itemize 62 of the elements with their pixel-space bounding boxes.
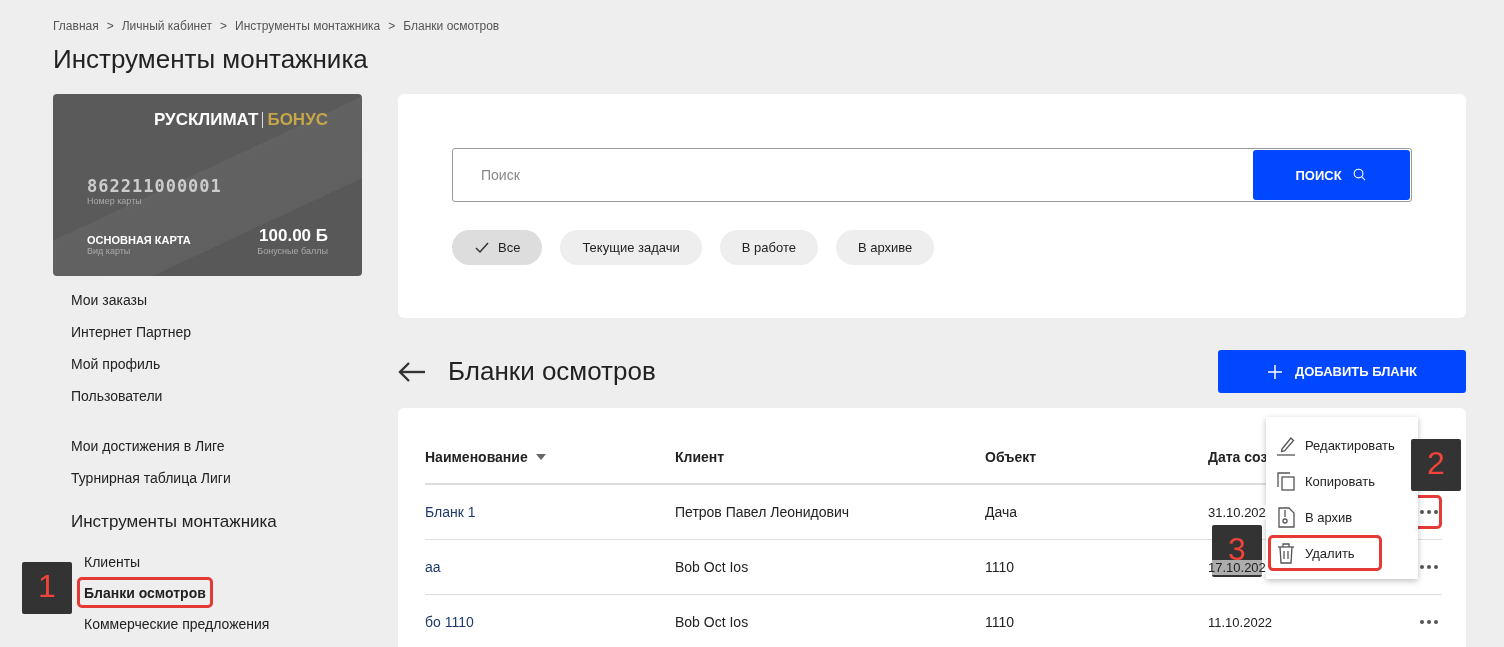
dots-icon	[1420, 620, 1438, 624]
table-cell: Дача	[985, 504, 1018, 520]
column-header[interactable]: Клиент	[675, 448, 725, 465]
back-arrow-icon[interactable]	[398, 361, 426, 382]
menu-item[interactable]: Удалить	[1268, 535, 1382, 571]
breadcrumb-link[interactable]: Личный кабинет	[121, 19, 212, 33]
form-name-link[interactable]: Бланк 1	[425, 504, 476, 520]
breadcrumb-link[interactable]: Инструменты монтажника	[235, 19, 381, 33]
menu-item[interactable]: Редактировать	[1268, 427, 1402, 463]
sidebar-link[interactable]: Мой профиль	[71, 348, 362, 380]
dots-icon	[1420, 510, 1438, 514]
trash-icon	[1275, 542, 1297, 564]
page-title: Инструменты монтажника	[53, 44, 369, 76]
search-button[interactable]: ПОИСК	[1253, 150, 1410, 200]
filter-chip[interactable]: В работе	[719, 230, 818, 265]
breadcrumb-separator: >	[388, 19, 396, 33]
breadcrumb-current: Бланки осмотров	[403, 19, 500, 33]
card-brand-suffix: БОНУС	[267, 110, 328, 130]
sidebar-link[interactable]: Турнирная таблица Лиги	[71, 462, 362, 494]
search-field[interactable]: Поиск ПОИСК	[452, 148, 1412, 202]
form-name-link[interactable]: аа	[425, 559, 441, 575]
brand-divider	[262, 112, 264, 128]
breadcrumb-separator: >	[220, 19, 227, 33]
step-number-marker: 2	[1411, 439, 1461, 491]
card-number-label: Номер карты	[87, 196, 143, 206]
card-brand: РУСКЛИМАТ	[153, 110, 259, 130]
sidebar-link[interactable]: Коммерческие предложения	[77, 608, 277, 639]
bonus-points: 100.00 Б	[258, 226, 328, 246]
column-header[interactable]: Объект	[985, 448, 1037, 465]
sidebar-section-title: Инструменты монтажника	[71, 512, 278, 533]
sidebar-link[interactable]: Мои заказы	[71, 284, 362, 316]
table-cell: Петров Павел Леонидович	[675, 504, 850, 520]
menu-item[interactable]: В архив	[1268, 499, 1360, 535]
filter-chip[interactable]: Все	[452, 230, 543, 265]
bonus-points-label: Бонусные баллы	[257, 246, 328, 256]
sidebar-link[interactable]: Мои достижения в Лиге	[71, 430, 362, 462]
list-title: Бланки осмотров	[448, 356, 656, 387]
add-form-button[interactable]: ДОБАВИТЬ БЛАНК	[1218, 350, 1466, 393]
column-header[interactable]: Наименование	[425, 448, 528, 465]
filter-chip[interactable]: Текущие задачи	[560, 230, 702, 265]
plus-icon	[1266, 363, 1283, 380]
card-type-label: Вид карты	[87, 246, 132, 256]
zip-file-icon	[1275, 506, 1297, 528]
sidebar-link[interactable]: Клиенты	[77, 546, 148, 577]
sidebar-link[interactable]: Бланки осмотров	[77, 577, 213, 608]
sidebar-link[interactable]: Интернет Партнер	[71, 316, 362, 348]
dots-icon	[1420, 565, 1438, 569]
menu-item[interactable]: Копировать	[1268, 463, 1382, 499]
table-cell: Bob Oct Ios	[675, 559, 749, 575]
copy-icon	[1275, 470, 1297, 492]
table-cell: 1110	[985, 559, 1015, 575]
form-name-link[interactable]: бо 1110	[425, 614, 474, 630]
filter-chip[interactable]: В архиве	[835, 230, 935, 265]
table-cell: Bob Oct Ios	[675, 614, 749, 630]
sort-caret-icon	[535, 453, 546, 460]
sidebar-link[interactable]: Пользователи	[71, 380, 362, 412]
card-type: ОСНОВНАЯ КАРТА	[87, 234, 191, 246]
step-number-marker: 1	[22, 562, 72, 614]
table-cell: 1110	[985, 614, 1015, 630]
breadcrumb-separator: >	[106, 19, 114, 33]
card-number: 862211000001	[87, 176, 223, 196]
breadcrumb-link[interactable]: Главная	[53, 19, 99, 33]
